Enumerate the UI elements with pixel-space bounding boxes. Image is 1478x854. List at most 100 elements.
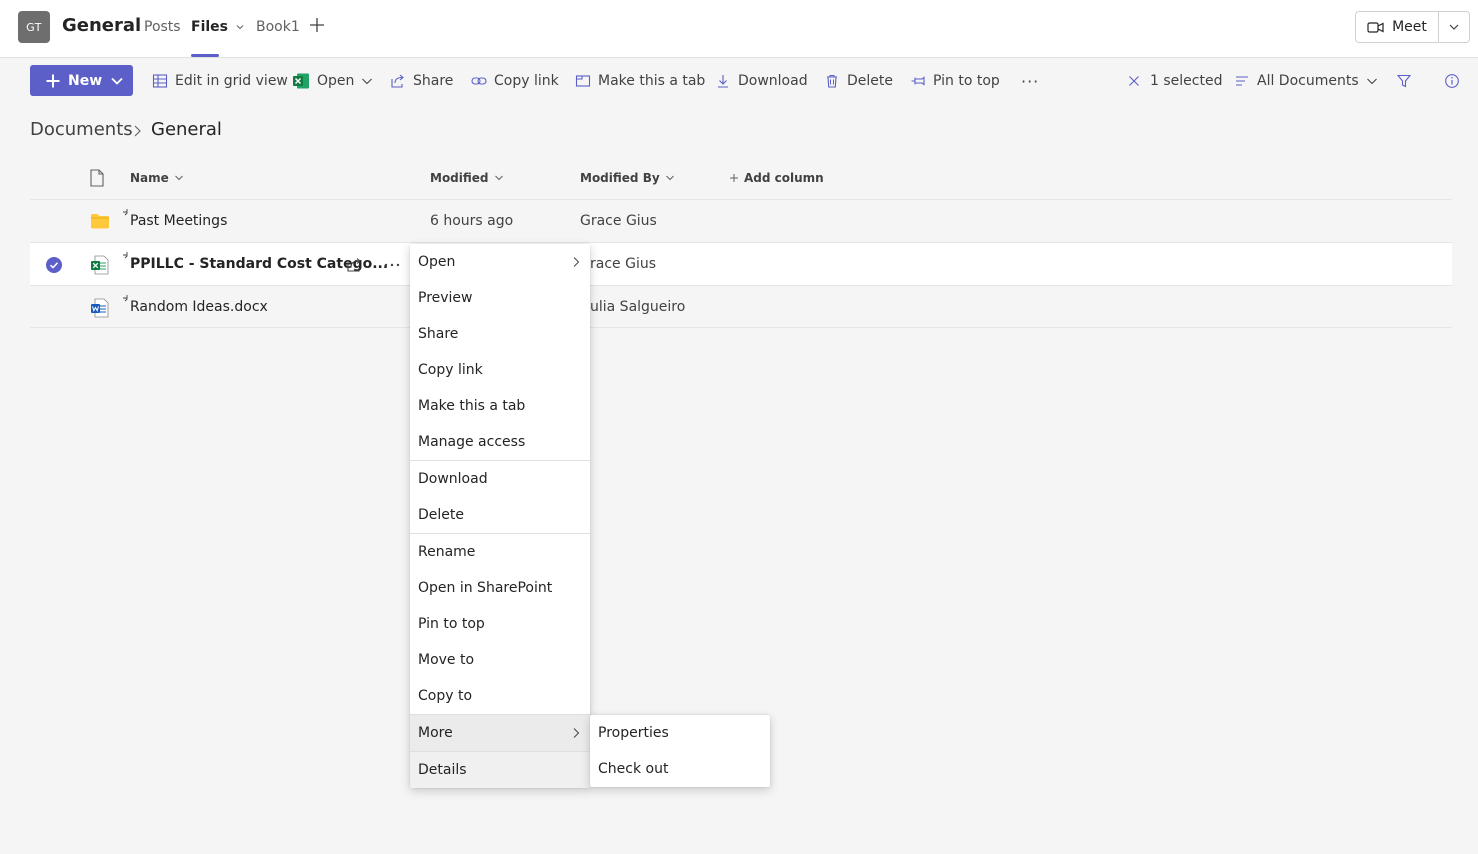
more-options-icon[interactable] (383, 262, 401, 268)
download-button[interactable]: Download (715, 69, 808, 93)
tab-book1[interactable]: Book1 (256, 19, 300, 35)
selected-check-icon[interactable] (46, 257, 62, 273)
chevron-down-icon (362, 78, 373, 85)
file-name[interactable]: Past Meetings (130, 213, 227, 229)
folder-icon (91, 214, 109, 229)
share-label: Share (413, 73, 454, 89)
chevron-down-icon (236, 25, 244, 30)
meet-dropdown-button[interactable] (1446, 20, 1462, 34)
meet-button[interactable]: Meet (1356, 12, 1438, 42)
column-header-modified-by-label: Modified By (580, 171, 660, 185)
open-button[interactable]: Open (292, 69, 373, 93)
view-switcher[interactable]: All Documents (1234, 69, 1378, 93)
meet-divider (1438, 12, 1439, 42)
filter-button[interactable] (1396, 69, 1412, 93)
copy-link-button[interactable]: Copy link (471, 69, 559, 93)
chevron-right-icon (573, 257, 580, 267)
column-header-modified-label: Modified (430, 171, 489, 185)
modified-by[interactable]: Grace Gius (580, 213, 657, 229)
menu-item-label: More (418, 725, 453, 741)
delete-label: Delete (847, 73, 893, 89)
menu-item-delete[interactable]: Delete (410, 497, 590, 533)
submenu-item-properties[interactable]: Properties (590, 715, 770, 751)
plus-icon (730, 174, 738, 182)
chevron-right-icon (573, 728, 580, 738)
tab-files[interactable]: Files (191, 19, 245, 35)
channel-title: General (62, 15, 142, 36)
add-column-button[interactable]: Add column (729, 171, 824, 185)
submenu-item-check-out[interactable]: Check out (590, 751, 770, 787)
excel-file-icon (91, 255, 109, 275)
menu-item-make-tab[interactable]: Make this a tab (410, 388, 590, 424)
submenu-item-label: Properties (598, 725, 669, 741)
modified-by[interactable]: ulia Salgueiro (590, 299, 685, 315)
clear-selection-button[interactable]: 1 selected (1127, 69, 1222, 93)
submenu-item-label: Check out (598, 761, 669, 777)
download-label: Download (738, 73, 808, 89)
share-button[interactable]: Share (390, 69, 453, 93)
add-tab-button[interactable] (308, 16, 326, 38)
make-tab-button[interactable]: Make this a tab (575, 69, 705, 93)
menu-item-copy-link[interactable]: Copy link (410, 352, 590, 388)
team-avatar[interactable]: GT (18, 11, 50, 43)
chevron-down-icon (665, 175, 674, 181)
info-icon (1445, 74, 1459, 88)
link-icon (471, 77, 487, 85)
pin-to-top-button[interactable]: Pin to top (910, 69, 1000, 93)
file-type-header-icon[interactable] (89, 169, 105, 187)
new-button[interactable]: New (30, 65, 133, 96)
tab-posts[interactable]: Posts (144, 19, 181, 35)
file-name[interactable]: Random Ideas.docx (130, 299, 268, 315)
table-row-selected[interactable]: PPILLC - Standard Cost Catego... race Gi… (30, 242, 1452, 285)
menu-item-download[interactable]: Download (410, 461, 590, 497)
menu-item-preview[interactable]: Preview (410, 280, 590, 316)
delete-button[interactable]: Delete (824, 69, 893, 93)
menu-item-label: Details (418, 762, 467, 778)
video-camera-icon (1367, 21, 1384, 33)
chevron-down-icon (174, 175, 183, 181)
close-icon (1129, 76, 1139, 86)
selected-count: 1 selected (1150, 73, 1223, 89)
column-header-modified[interactable]: Modified (430, 171, 504, 185)
edit-grid-view-button[interactable]: Edit in grid view (152, 69, 288, 93)
share-icon (391, 74, 404, 88)
menu-item-copy-to[interactable]: Copy to (410, 678, 590, 714)
menu-item-share[interactable]: Share (410, 316, 590, 352)
breadcrumb-current: General (151, 119, 222, 140)
tab-icon (575, 75, 591, 87)
menu-item-pin-to-top[interactable]: Pin to top (410, 606, 590, 642)
table-row[interactable]: Past Meetings 6 hours ago Grace Gius (30, 199, 1452, 242)
column-header-modified-by[interactable]: Modified By (580, 171, 675, 185)
menu-item-label: Copy link (418, 362, 483, 378)
modified-date: 6 hours ago (430, 213, 514, 229)
menu-item-manage-access[interactable]: Manage access (410, 424, 590, 460)
menu-item-open[interactable]: Open (410, 244, 590, 280)
open-label: Open (317, 73, 355, 89)
make-tab-label: Make this a tab (598, 73, 706, 89)
menu-item-move-to[interactable]: Move to (410, 642, 590, 678)
active-tab-indicator (191, 54, 219, 57)
download-icon (718, 75, 728, 88)
column-header-name[interactable]: Name (130, 171, 184, 185)
menu-item-label: Make this a tab (418, 398, 526, 414)
menu-item-label: Share (418, 326, 459, 342)
info-button[interactable] (1444, 69, 1460, 93)
breadcrumb-root[interactable]: Documents (30, 119, 133, 140)
edit-grid-view-label: Edit in grid view (175, 73, 288, 89)
copy-link-label: Copy link (494, 73, 559, 89)
chevron-down-icon (1366, 78, 1377, 85)
menu-item-details[interactable]: Details (410, 752, 590, 788)
list-view-icon (1236, 76, 1248, 86)
more-actions-button[interactable]: ··· (1021, 69, 1039, 93)
share-icon[interactable] (346, 256, 364, 273)
more-actions-label: ··· (1021, 71, 1040, 91)
excel-icon (293, 73, 309, 89)
menu-item-open-in-sharepoint[interactable]: Open in SharePoint (410, 570, 590, 606)
grid-icon (152, 74, 168, 88)
add-column-label: Add column (744, 171, 824, 185)
menu-item-more[interactable]: More (410, 715, 590, 751)
table-row[interactable]: Random Ideas.docx ulia Salgueiro (30, 285, 1452, 328)
menu-item-rename[interactable]: Rename (410, 534, 590, 570)
modified-by[interactable]: race Gius (590, 256, 656, 272)
channel-header: GT General Posts Files Book1 Meet (0, 0, 1478, 58)
